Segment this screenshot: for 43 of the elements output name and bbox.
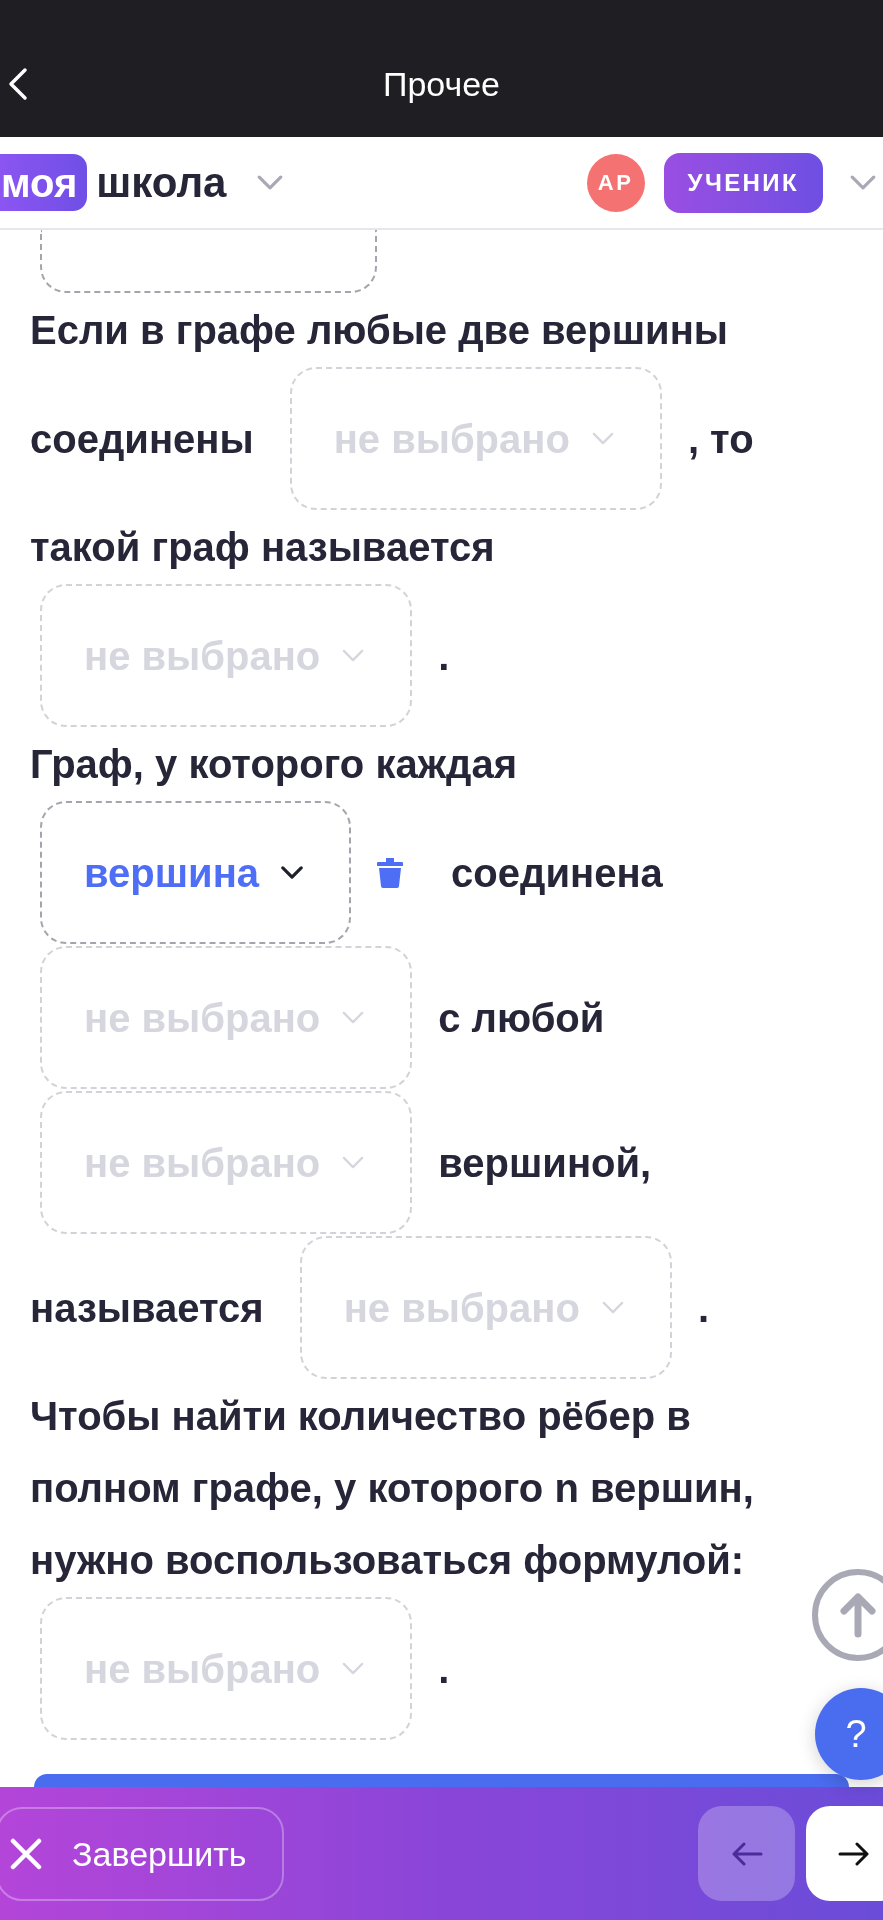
question-text: соединены xyxy=(30,415,254,463)
page-title: Прочее xyxy=(382,64,500,104)
help-button[interactable]: ? xyxy=(815,1688,883,1780)
question-text: Чтобы найти количество рёбер в xyxy=(30,1393,691,1440)
answer-dropdown[interactable] xyxy=(40,230,377,293)
question-text: вершиной, xyxy=(438,1139,652,1187)
chevron-down-icon xyxy=(342,649,365,662)
question-text: , то xyxy=(687,415,754,463)
question-text: . xyxy=(697,1284,709,1332)
question-text: называется xyxy=(30,1284,264,1332)
close-icon xyxy=(10,1837,42,1870)
chevron-down-icon xyxy=(342,1662,365,1675)
question-text: такой граф называется xyxy=(30,524,495,571)
next-button[interactable] xyxy=(806,1806,883,1901)
chevron-down-icon xyxy=(281,866,304,879)
question-text: с любой xyxy=(438,994,605,1042)
chevron-down-icon xyxy=(342,1011,365,1024)
avatar[interactable]: АР xyxy=(586,153,645,212)
chevron-down-icon xyxy=(342,1156,365,1169)
finish-button[interactable]: Завершить xyxy=(0,1806,284,1901)
logo-badge: моя xyxy=(0,154,88,211)
question-text: . xyxy=(438,1645,450,1693)
role-badge: УЧЕНИК xyxy=(663,152,823,213)
question-text: полном графе, у которого n вершин, xyxy=(30,1465,754,1512)
chevron-down-icon xyxy=(849,175,877,190)
scroll-up-button[interactable] xyxy=(812,1569,883,1661)
question-text: . xyxy=(438,632,450,680)
question-text: нужно воспользоваться формулой: xyxy=(30,1537,745,1584)
answer-dropdown[interactable]: вершина xyxy=(40,801,352,944)
trash-icon[interactable] xyxy=(377,857,404,888)
back-button[interactable] xyxy=(8,67,28,101)
arrow-left-icon xyxy=(730,1841,763,1866)
arrow-right-icon xyxy=(838,1841,870,1866)
question-text: соединена xyxy=(451,849,663,897)
arrow-up-icon xyxy=(839,1592,877,1638)
chevron-down-icon xyxy=(591,432,614,445)
question-text: Если в графе любые две вершины xyxy=(30,307,728,354)
chevron-down-icon xyxy=(601,1301,624,1314)
logo-text: школа xyxy=(96,161,227,204)
chevron-left-icon xyxy=(8,67,28,101)
chevron-down-icon xyxy=(256,175,285,190)
question-text: Граф, у которого каждая xyxy=(30,741,517,788)
previous-button[interactable] xyxy=(698,1806,795,1901)
